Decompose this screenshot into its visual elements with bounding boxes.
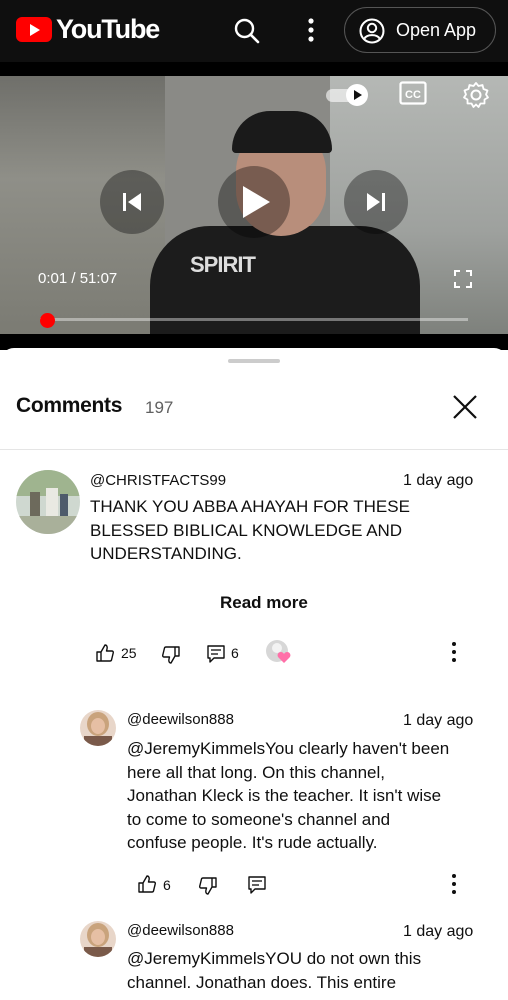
open-app-button[interactable]: Open App [344,7,496,53]
skip-previous-icon [123,193,141,211]
like-icon[interactable] [137,874,157,894]
fullscreen-icon[interactable] [454,270,472,288]
comment-text: THANK YOU ABBA AHAYAH FOR THESE BLESSED … [90,495,410,566]
top-app-bar: YouTube Open App [0,0,508,62]
comment-line: @JeremyKimmelsYou clearly haven't been [127,739,450,758]
header-divider [0,449,508,450]
play-logo-icon [16,17,52,42]
skip-next-icon [367,193,385,211]
time-display: 0:01 / 51:07 [38,270,117,287]
read-more-button[interactable]: Read more [220,593,308,613]
previous-button[interactable] [100,170,164,234]
autoplay-play-icon [354,90,362,100]
video-player[interactable]: SPIRIT CC 0:01 / 51:07 [0,62,508,350]
play-icon [243,186,270,218]
total-duration: 51:07 [79,270,118,287]
open-app-label: Open App [396,20,477,40]
comment-text: @JeremyKimmelsYOU do not own this channe… [127,947,421,994]
brand-name: YouTube [56,14,160,44]
like-count: 25 [121,645,137,661]
comment-time: 1 day ago [403,472,474,489]
reply-comment-icon[interactable] [206,644,226,664]
more-vert-icon[interactable] [307,17,315,43]
comment-line: here all that long. On this channel, [127,762,385,782]
comment-line: BLESSED BIBLICAL KNOWLEDGE AND [90,520,403,540]
settings-gear-icon[interactable] [462,81,490,109]
comment-line: channel. Jonathan does. This entire [127,972,397,992]
comment-menu-icon[interactable] [452,874,456,898]
comment-author[interactable]: @deewilson888 [127,711,234,728]
reply-comment-icon[interactable] [247,875,267,895]
account-circle-icon [359,18,385,44]
comments-count: 197 [145,398,174,417]
comments-panel: Comments 197 @CHRISTFACTS99 1 day ago TH… [0,348,508,1000]
comment-line: confuse people. It's rude actually. [127,833,378,852]
time-separator: / [71,270,76,287]
scrubber-handle[interactable] [40,313,55,328]
like-icon[interactable] [95,643,115,663]
avatar[interactable] [80,710,116,746]
comment-time: 1 day ago [403,712,474,729]
comments-title: Comments [16,394,123,417]
play-button[interactable] [218,166,290,238]
search-icon[interactable] [233,17,261,45]
dislike-icon[interactable] [198,876,218,896]
close-icon[interactable] [450,392,480,422]
comment-author[interactable]: @deewilson888 [127,922,234,939]
progress-bar[interactable] [40,318,468,321]
reply-count: 6 [231,645,239,661]
creator-heart-badge [266,640,292,666]
captions-icon[interactable]: CC [399,81,427,105]
like-count: 6 [163,877,171,893]
comment-author[interactable]: @CHRISTFACTS99 [90,472,226,489]
comment-time: 1 day ago [403,923,474,940]
comment-line: Jonathan Kleck is the teacher. It isn't … [127,786,442,805]
current-time: 0:01 [38,270,68,287]
avatar[interactable] [16,470,80,534]
comment-line: THANK YOU ABBA AHAYAH FOR THESE [90,497,410,516]
drag-handle[interactable] [228,359,280,363]
video-person-cap [232,111,332,153]
heart-icon [277,652,291,663]
comment-line: @JeremyKimmelsYOU do not own this [127,949,422,968]
avatar[interactable] [80,921,116,957]
autoplay-toggle[interactable] [326,84,372,106]
shirt-text: SPIRIT [190,252,256,277]
comment-line: UNDERSTANDING. [90,544,242,563]
comment-menu-icon[interactable] [452,642,456,666]
next-button[interactable] [344,170,408,234]
comment-text: @JeremyKimmelsYou clearly haven't been h… [127,737,449,855]
dislike-icon[interactable] [161,645,181,665]
comment-line: to come to someone's channel and [127,809,391,829]
svg-text:CC: CC [405,89,421,101]
